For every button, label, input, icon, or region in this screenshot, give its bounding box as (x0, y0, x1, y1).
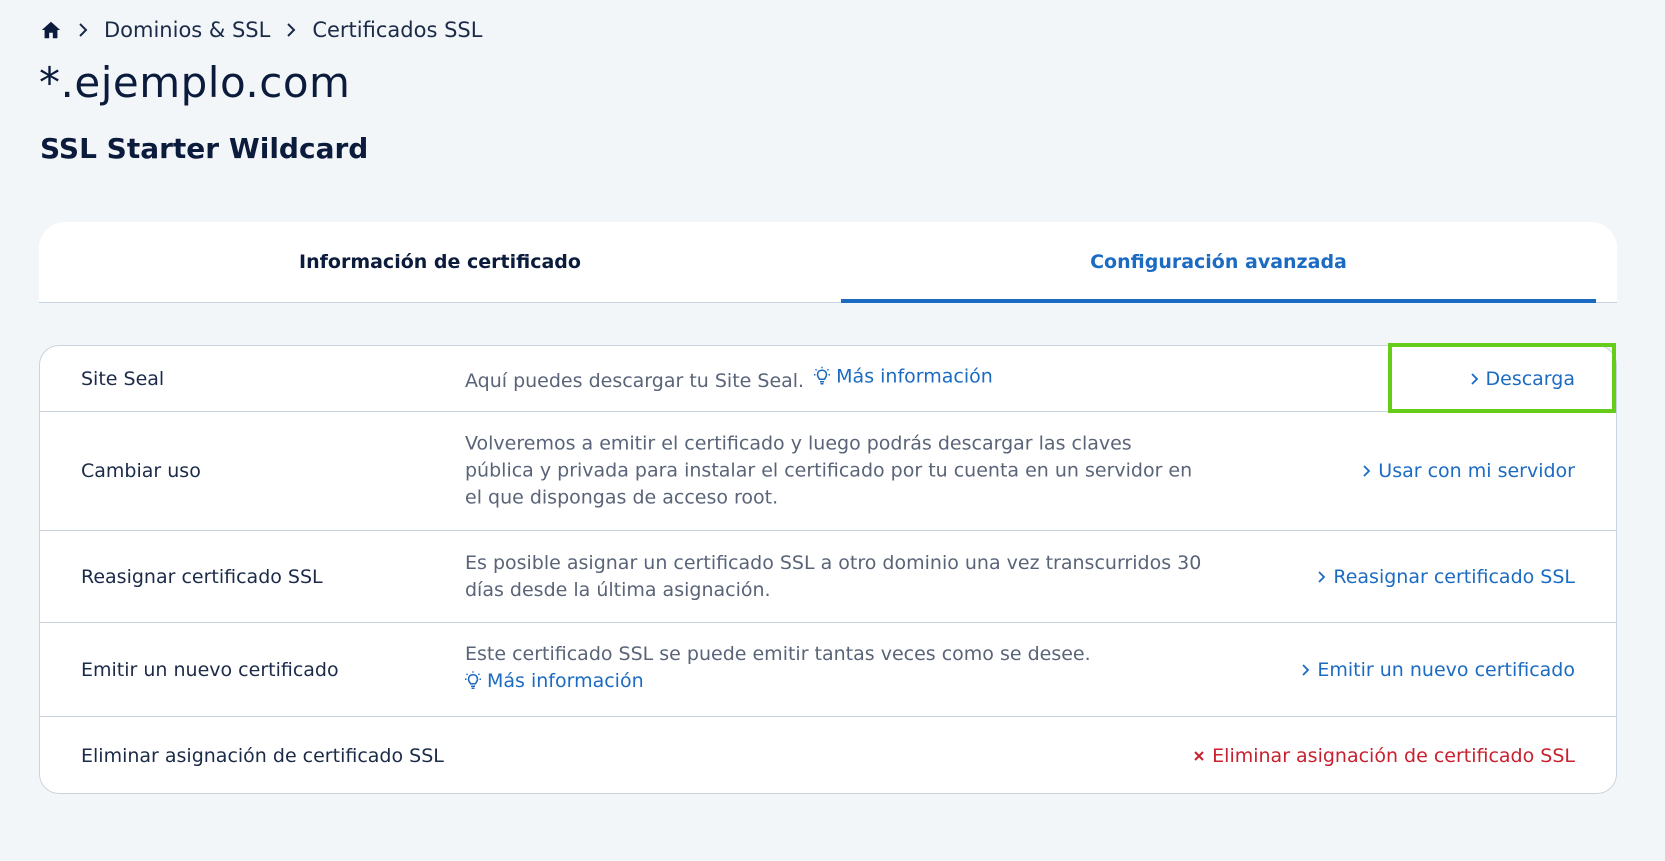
tab-certificate-info[interactable]: Información de certificado (39, 222, 841, 302)
lightbulb-icon (814, 366, 831, 386)
chevron-right-icon (1362, 464, 1371, 478)
settings-row-reissue: Emitir un nuevo certificado Este certifi… (40, 623, 1616, 717)
lightbulb-icon (465, 671, 481, 691)
row-label: Site Seal (81, 367, 165, 390)
reissue-certificate-button[interactable]: Emitir un nuevo certificado (1301, 659, 1575, 681)
chevron-right-icon (1470, 372, 1479, 386)
breadcrumb-link-ssl-certificates[interactable]: Certificados SSL (312, 18, 482, 42)
row-description: Este certificado SSL se puede emitir tan… (465, 640, 1205, 699)
breadcrumb-link-domains[interactable]: Dominios & SSL (104, 18, 270, 42)
reassign-certificate-button[interactable]: Reasignar certificado SSL (1317, 566, 1575, 588)
download-button[interactable]: Descarga (1470, 367, 1576, 390)
chevron-right-icon (280, 19, 302, 41)
row-description: Volveremos a emitir el certificado y lue… (465, 432, 1193, 509)
more-info-link[interactable]: Más información (810, 363, 993, 390)
tab-bar: Información de certificado Configuración… (39, 222, 1617, 303)
product-subtitle: SSL Starter Wildcard (40, 132, 369, 165)
advanced-settings-card: Site Seal Aquí puedes descargar tu Site … (39, 343, 1617, 794)
row-description-text: Este certificado SSL se puede emitir tan… (465, 642, 1091, 665)
chevron-right-icon (1317, 570, 1326, 584)
remove-assignment-button[interactable]: Eliminar asignación de certificado SSL (1193, 745, 1575, 767)
home-icon[interactable] (40, 19, 62, 41)
use-with-my-server-label: Usar con mi servidor (1378, 460, 1575, 482)
reissue-certificate-label: Emitir un nuevo certificado (1317, 658, 1575, 681)
row-label: Eliminar asignación de certificado SSL (81, 744, 444, 767)
page-title: *.ejemplo.com (39, 58, 351, 107)
more-info-label: Más información (487, 669, 644, 692)
close-icon (1193, 750, 1205, 762)
more-info-link[interactable]: Más información (465, 667, 644, 694)
row-label: Reasignar certificado SSL (81, 565, 323, 588)
row-description: Es posible asignar un certificado SSL a … (465, 551, 1202, 601)
tab-advanced-config[interactable]: Configuración avanzada (841, 222, 1596, 303)
download-button-label: Descarga (1485, 367, 1576, 390)
settings-row-reassign: Reasignar certificado SSL Es posible asi… (40, 531, 1616, 623)
chevron-right-icon (1301, 663, 1310, 677)
remove-assignment-label: Eliminar asignación de certificado SSL (1212, 744, 1575, 767)
settings-row-change-use: Cambiar uso Volveremos a emitir el certi… (40, 412, 1616, 531)
settings-row-remove-assignment: Eliminar asignación de certificado SSL E… (40, 717, 1616, 794)
row-label: Emitir un nuevo certificado (81, 658, 339, 681)
breadcrumb: Dominios & SSL Certificados SSL (40, 16, 482, 44)
chevron-right-icon (72, 19, 94, 41)
row-description: Aquí puedes descargar tu Site Seal. Más … (465, 363, 1205, 395)
row-description-text: Aquí puedes descargar tu Site Seal. (465, 369, 805, 392)
row-label: Cambiar uso (81, 460, 201, 482)
settings-row-site-seal: Site Seal Aquí puedes descargar tu Site … (40, 343, 1616, 413)
use-with-my-server-button[interactable]: Usar con mi servidor (1362, 460, 1575, 482)
more-info-label: Más información (836, 364, 993, 387)
reassign-certificate-label: Reasignar certificado SSL (1333, 565, 1575, 588)
